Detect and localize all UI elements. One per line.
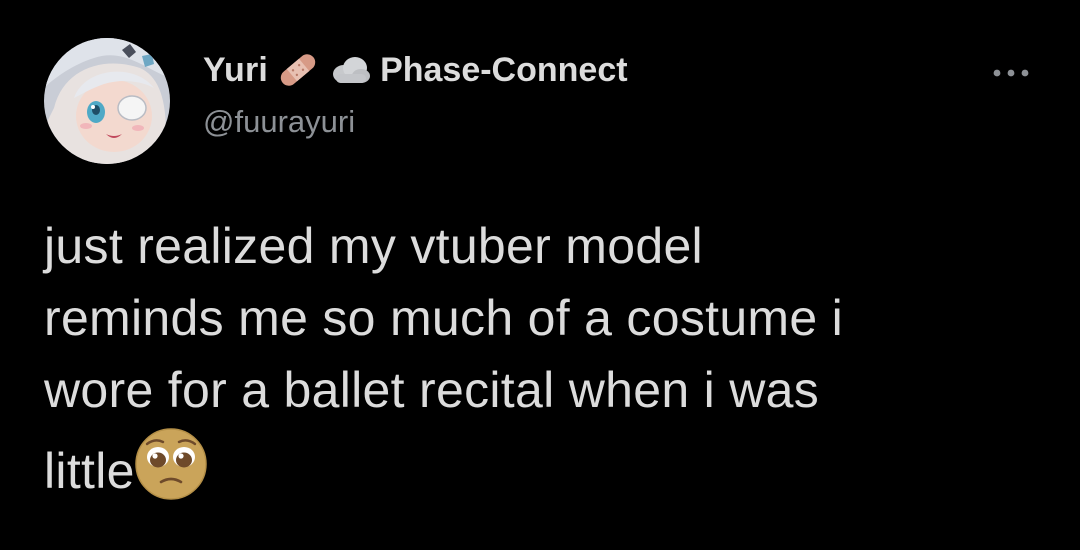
- tweet: Yuri Phase-Connect @fuurayuri just reali…: [0, 0, 1080, 550]
- tweet-text-line: reminds me so much of a costume i: [44, 290, 844, 346]
- avatar[interactable]: [44, 38, 170, 164]
- tweet-text-word: little: [44, 443, 135, 499]
- author-handle[interactable]: @fuurayuri: [203, 104, 355, 140]
- more-options-icon[interactable]: [990, 58, 1032, 88]
- display-name[interactable]: Yuri: [203, 51, 268, 90]
- tweet-text-line: wore for a ballet recital when i was: [44, 362, 820, 418]
- tweet-text: just realized my vtuber model reminds me…: [44, 210, 1044, 507]
- tweet-text-line: just realized my vtuber model: [44, 218, 703, 274]
- tweet-text-line-last: little: [44, 426, 1044, 507]
- pleading-face-icon: [133, 426, 209, 502]
- affiliation-name[interactable]: Phase-Connect: [380, 51, 628, 90]
- author-name-row[interactable]: Yuri Phase-Connect: [203, 50, 628, 90]
- cloud-icon: [328, 48, 372, 92]
- adhesive-bandage-icon: [276, 48, 320, 92]
